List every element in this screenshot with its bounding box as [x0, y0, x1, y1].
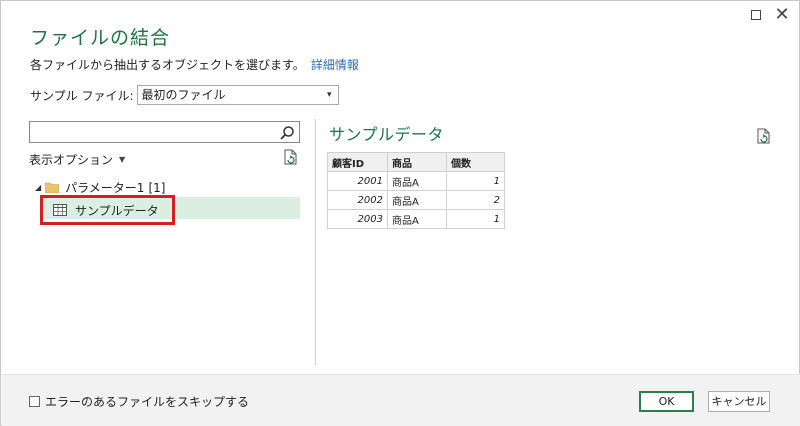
tree-folder-parameter1[interactable]: ◢ パラメーター1 [1]	[35, 179, 165, 196]
table-cell: 商品A	[387, 171, 447, 191]
skip-errors-option[interactable]: エラーのあるファイルをスキップする	[29, 393, 249, 410]
table-icon	[53, 204, 67, 216]
display-options-button[interactable]: 表示オプション ▼	[29, 151, 125, 168]
preview-title: サンプルデータ	[329, 125, 445, 144]
folder-count: [1]	[148, 180, 166, 195]
table-cell: 1	[446, 171, 505, 191]
preview-table: 顧客ID 商品 個数 2001 商品A 1 2002 商品A 2 2003 商品…	[327, 152, 505, 229]
chevron-down-icon: ▾	[326, 90, 332, 100]
table-cell: 1	[446, 209, 505, 229]
maximize-icon	[751, 10, 761, 20]
table-cell: 2	[446, 190, 505, 210]
dialog-description: 各ファイルから抽出するオブジェクトを選びます。 詳細情報	[30, 56, 359, 73]
column-header: 商品	[387, 152, 447, 172]
expand-icon[interactable]: ◢	[35, 183, 41, 192]
display-options-label: 表示オプション	[29, 153, 114, 167]
pane-divider[interactable]	[315, 119, 316, 365]
folder-label: パラメーター1	[65, 181, 145, 195]
close-icon: ✕	[774, 4, 790, 25]
refresh-icon[interactable]	[284, 149, 298, 165]
table-cell: 商品A	[387, 209, 447, 229]
sample-file-label: サンプル ファイル:	[30, 88, 134, 103]
dialog-title: ファイルの結合	[30, 27, 171, 49]
search-icon[interactable]	[279, 125, 295, 141]
table-row: 2003 商品A 1	[327, 209, 505, 229]
table-row: 2002 商品A 2	[327, 190, 505, 210]
column-header: 顧客ID	[327, 152, 388, 172]
table-header-row: 顧客ID 商品 個数	[327, 152, 505, 172]
description-text: 各ファイルから抽出するオブジェクトを選びます。	[30, 58, 305, 72]
table-cell: 2003	[327, 209, 388, 229]
maximize-button[interactable]	[746, 5, 766, 25]
search-input[interactable]	[29, 121, 300, 143]
chevron-down-icon: ▼	[119, 155, 126, 164]
refresh-preview-icon[interactable]	[757, 128, 771, 144]
close-button[interactable]: ✕	[772, 5, 792, 25]
table-cell: 2002	[327, 190, 388, 210]
combine-files-dialog: ✕ ファイルの結合 各ファイルから抽出するオブジェクトを選びます。 詳細情報 サン…	[0, 0, 800, 426]
skip-errors-label: エラーのあるファイルをスキップする	[45, 395, 250, 409]
column-header: 個数	[446, 152, 505, 172]
cancel-button[interactable]: キャンセル	[708, 391, 770, 412]
table-cell: 商品A	[387, 190, 447, 210]
sample-file-value: 最初のファイル	[141, 88, 226, 102]
skip-errors-checkbox[interactable]	[29, 396, 40, 407]
tree-item-sample-data[interactable]: サンプルデータ	[40, 195, 175, 225]
folder-icon	[45, 182, 60, 193]
tree-item-label: サンプルデータ	[75, 203, 159, 218]
sample-file-select[interactable]: 最初のファイル ▾	[136, 85, 339, 105]
table-cell: 2001	[327, 171, 388, 191]
table-row: 2001 商品A 1	[327, 171, 505, 191]
learn-more-link[interactable]: 詳細情報	[311, 58, 359, 72]
sample-file-row: サンプル ファイル: 最初のファイル ▾	[30, 85, 339, 105]
ok-button[interactable]: OK	[639, 391, 694, 412]
